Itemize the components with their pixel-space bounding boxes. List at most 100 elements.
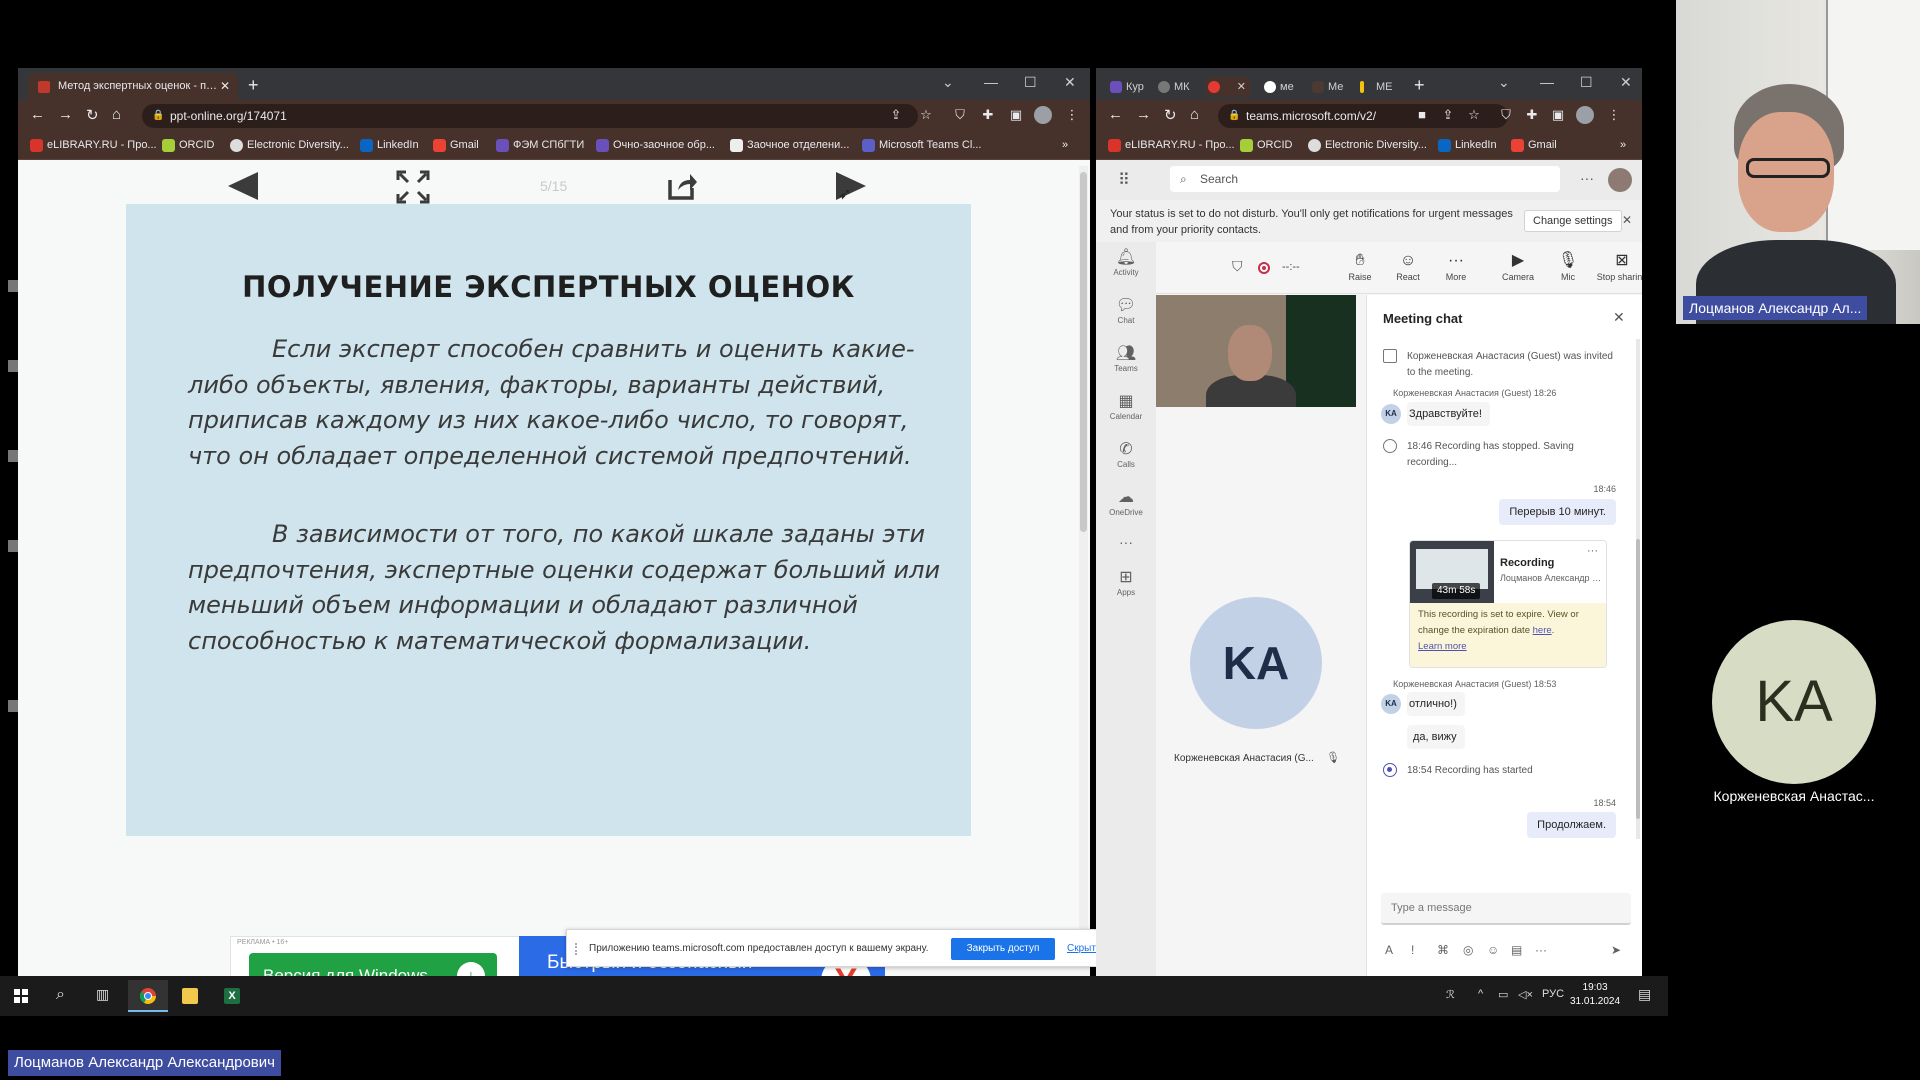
search-input[interactable]: ⌕ Search bbox=[1170, 166, 1560, 192]
camera-button[interactable]: ▶ Camera bbox=[1496, 250, 1540, 282]
page-scrollbar[interactable] bbox=[1079, 166, 1088, 966]
user-tray-icon[interactable]: ℛ bbox=[1446, 988, 1455, 1001]
menu-icon[interactable]: ⋮ bbox=[1064, 107, 1080, 123]
react-button[interactable]: ☺ React bbox=[1388, 250, 1428, 282]
tab-search-icon[interactable]: ⌄ bbox=[942, 74, 954, 91]
minimize-icon[interactable]: — bbox=[984, 74, 998, 90]
bookmark-star-icon[interactable]: ☆ bbox=[1466, 107, 1482, 123]
minimize-icon[interactable]: — bbox=[1540, 74, 1554, 90]
home-icon[interactable]: ⌂ bbox=[1190, 106, 1199, 123]
profile-avatar[interactable] bbox=[1034, 106, 1052, 124]
bookmark-item[interactable]: LinkedIn bbox=[360, 139, 419, 152]
bookmark-item[interactable]: eLIBRARY.RU - Про... bbox=[30, 139, 157, 152]
reload-icon[interactable]: ↻ bbox=[1164, 106, 1177, 124]
drag-handle-icon[interactable] bbox=[575, 943, 581, 955]
extensions-icon[interactable]: ✚ bbox=[980, 107, 996, 123]
rail-chat[interactable]: 💬︎ Chat bbox=[1096, 296, 1156, 325]
share-icon[interactable]: ⇪ bbox=[888, 107, 904, 123]
close-tab-icon[interactable]: ✕ bbox=[220, 73, 230, 100]
taskbar-explorer[interactable] bbox=[170, 980, 210, 1012]
tab-item[interactable]: Ме bbox=[1310, 77, 1343, 97]
message-input[interactable]: Type a message bbox=[1381, 893, 1631, 925]
chat-message-own[interactable]: Продолжаем. bbox=[1527, 812, 1616, 838]
presenter-video-tile[interactable] bbox=[1156, 295, 1356, 407]
gif-icon[interactable]: ▤ bbox=[1511, 943, 1522, 957]
chat-scrollbar[interactable] bbox=[1636, 339, 1640, 839]
desktop-icon[interactable] bbox=[8, 360, 18, 372]
emoji-icon[interactable]: ☺ bbox=[1487, 943, 1499, 957]
bookmark-item[interactable]: Gmail bbox=[1511, 139, 1557, 152]
share-slide-icon[interactable] bbox=[666, 170, 698, 202]
recording-thumbnail[interactable]: 43m 58s bbox=[1410, 541, 1494, 603]
bookmark-item[interactable]: ORCID bbox=[162, 139, 214, 152]
bookmark-item[interactable]: Очно-заочное обр... bbox=[596, 139, 715, 152]
taskbar-excel[interactable]: X bbox=[212, 980, 252, 1012]
change-settings-button[interactable]: Change settings bbox=[1524, 210, 1622, 232]
fullscreen-icon[interactable] bbox=[396, 170, 430, 204]
bookmark-item[interactable]: Microsoft Teams Cl... bbox=[862, 139, 982, 152]
chat-message-own[interactable]: Перерыв 10 минут. bbox=[1499, 499, 1616, 525]
shield-icon[interactable]: ⛉ bbox=[1232, 258, 1243, 275]
expiration-here-link[interactable]: here bbox=[1533, 625, 1552, 636]
rail-onedrive[interactable]: ☁ OneDrive bbox=[1096, 488, 1156, 517]
close-chat-icon[interactable]: ✕ bbox=[1613, 309, 1625, 326]
user-avatar[interactable] bbox=[1608, 168, 1632, 192]
home-icon[interactable]: ⌂ bbox=[112, 106, 121, 123]
desktop-icon[interactable] bbox=[8, 540, 18, 552]
tab-search-icon[interactable]: ⌄ bbox=[1498, 74, 1510, 91]
chat-message[interactable]: да, вижу bbox=[1407, 725, 1465, 749]
rail-more[interactable]: ··· bbox=[1096, 534, 1156, 550]
format-icon[interactable]: A bbox=[1385, 943, 1393, 957]
bookmarks-overflow[interactable]: » bbox=[1062, 139, 1068, 151]
language-indicator[interactable]: РУС bbox=[1542, 988, 1564, 1000]
tab-item[interactable]: МК bbox=[1156, 77, 1190, 97]
share-icon[interactable]: ⇪ bbox=[1440, 107, 1456, 123]
more-options-icon[interactable]: ··· bbox=[1580, 170, 1594, 186]
rail-apps[interactable]: ⊞ Apps bbox=[1096, 568, 1156, 597]
network-icon[interactable]: ▭ bbox=[1498, 988, 1508, 1001]
desktop-icon[interactable] bbox=[8, 280, 18, 292]
close-tab-icon[interactable]: ✕ bbox=[1237, 77, 1246, 97]
attach-icon[interactable]: ⌘ bbox=[1437, 943, 1449, 957]
new-tab-icon[interactable]: + bbox=[1414, 76, 1425, 94]
reload-icon[interactable]: ↻ bbox=[86, 106, 99, 124]
bookmark-item[interactable]: Gmail bbox=[433, 139, 479, 152]
recording-card[interactable]: 43m 58s Recording Лоцманов Александр А..… bbox=[1409, 540, 1607, 668]
volume-icon[interactable]: ◁× bbox=[1518, 988, 1533, 1001]
bookmark-star-icon[interactable]: ☆ bbox=[918, 107, 934, 123]
more-button[interactable]: ··· More bbox=[1436, 250, 1476, 282]
sidepanel-icon[interactable]: ▣ bbox=[1550, 107, 1566, 123]
maximize-icon[interactable]: ☐ bbox=[1024, 74, 1037, 91]
new-tab-icon[interactable]: + bbox=[248, 76, 259, 94]
bookmarks-overflow[interactable]: » bbox=[1620, 139, 1626, 151]
camera-permission-icon[interactable]: ■ bbox=[1414, 107, 1430, 123]
close-banner-icon[interactable]: ✕ bbox=[1622, 212, 1632, 228]
extensions-icon[interactable]: ✚ bbox=[1524, 107, 1540, 123]
tab-item[interactable]: МЕ bbox=[1358, 77, 1393, 97]
bookmark-item[interactable]: LinkedIn bbox=[1438, 139, 1497, 152]
chat-message[interactable]: Здравствуйте! bbox=[1407, 402, 1490, 426]
priority-icon[interactable]: ! bbox=[1411, 943, 1414, 957]
back-icon[interactable]: ← bbox=[30, 106, 45, 123]
bookmark-item[interactable]: Electronic Diversity... bbox=[230, 139, 349, 152]
learn-more-link[interactable]: Learn more bbox=[1418, 641, 1467, 652]
prev-slide-icon[interactable] bbox=[226, 170, 260, 202]
rail-calendar[interactable]: ▦ Calendar bbox=[1096, 392, 1156, 421]
recording-more-icon[interactable]: ··· bbox=[1587, 545, 1598, 557]
ad-download-button[interactable]: Версия для Windows ↓ bbox=[249, 953, 497, 976]
chat-message[interactable]: отлично!) bbox=[1407, 692, 1465, 716]
close-window-icon[interactable]: ✕ bbox=[1620, 74, 1632, 91]
forward-icon[interactable]: → bbox=[58, 106, 73, 123]
url-field[interactable]: 🔒 ppt-online.org/174071 bbox=[142, 104, 918, 128]
bookmark-item[interactable]: Electronic Diversity... bbox=[1308, 139, 1427, 152]
desktop-icon[interactable] bbox=[8, 450, 18, 462]
tab-slides[interactable]: Метод экспертных оценок - п… ✕ bbox=[28, 73, 238, 100]
maximize-icon[interactable]: ☐ bbox=[1580, 74, 1593, 91]
chevron-up-icon[interactable]: ^ bbox=[1478, 988, 1483, 1000]
rail-teams[interactable]: 👥︎ Teams bbox=[1096, 344, 1156, 373]
taskbar-chrome[interactable] bbox=[128, 980, 168, 1012]
more-actions-icon[interactable]: ··· bbox=[1535, 943, 1547, 957]
menu-icon[interactable]: ⋮ bbox=[1606, 107, 1622, 123]
send-icon[interactable]: ➤ bbox=[1611, 943, 1621, 957]
back-icon[interactable]: ← bbox=[1108, 106, 1123, 123]
